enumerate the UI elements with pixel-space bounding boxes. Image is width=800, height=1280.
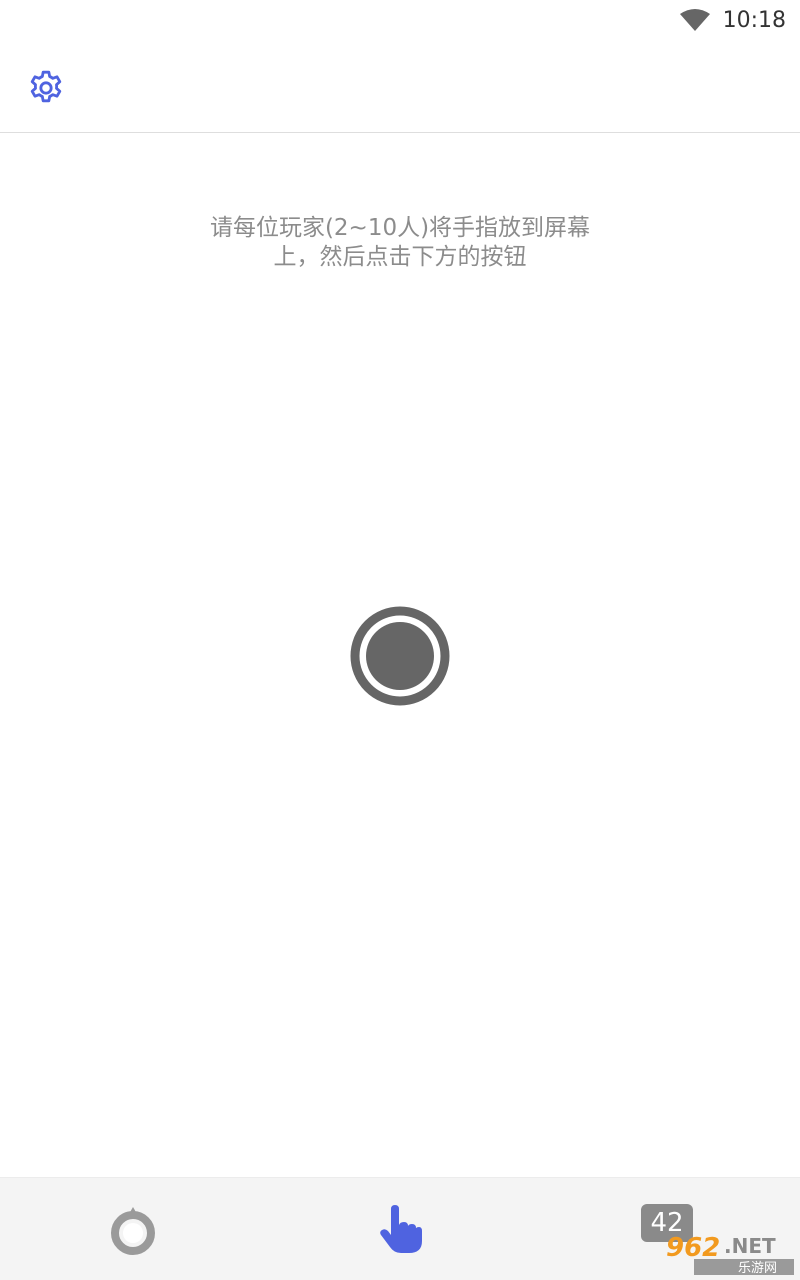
- instruction-text: 请每位玩家(2~10人)将手指放到屏幕 上，然后点击下方的按钮: [150, 214, 650, 272]
- pointing-finger-icon: [380, 1204, 422, 1253]
- screen: 10:18 请每位玩家(2~10人)将手指放到屏幕 上，然后点击下方的按钮 42…: [0, 0, 800, 1280]
- app-bar: [0, 40, 800, 133]
- nav-item-finger[interactable]: [340, 1178, 460, 1280]
- start-button[interactable]: [349, 605, 451, 707]
- settings-button[interactable]: [22, 64, 70, 112]
- status-bar: 10:18: [0, 0, 800, 40]
- nav-item-circle[interactable]: [73, 1178, 193, 1280]
- circle-target-icon: [111, 1206, 155, 1255]
- record-button-icon: [350, 606, 450, 706]
- svg-text:乐游网: 乐游网: [738, 1261, 777, 1276]
- svg-text:962: 962: [666, 1233, 720, 1263]
- instruction-line-2: 上，然后点击下方的按钮: [273, 244, 527, 270]
- status-time: 10:18: [722, 7, 786, 33]
- instruction-line-1: 请每位玩家(2~10人)将手指放到屏幕: [209, 215, 591, 241]
- svg-text:.NET: .NET: [724, 1234, 776, 1258]
- wifi-icon: [679, 9, 710, 31]
- watermark-logo: 962 .NET 乐游网: [666, 1233, 794, 1276]
- gear-icon: [30, 70, 62, 103]
